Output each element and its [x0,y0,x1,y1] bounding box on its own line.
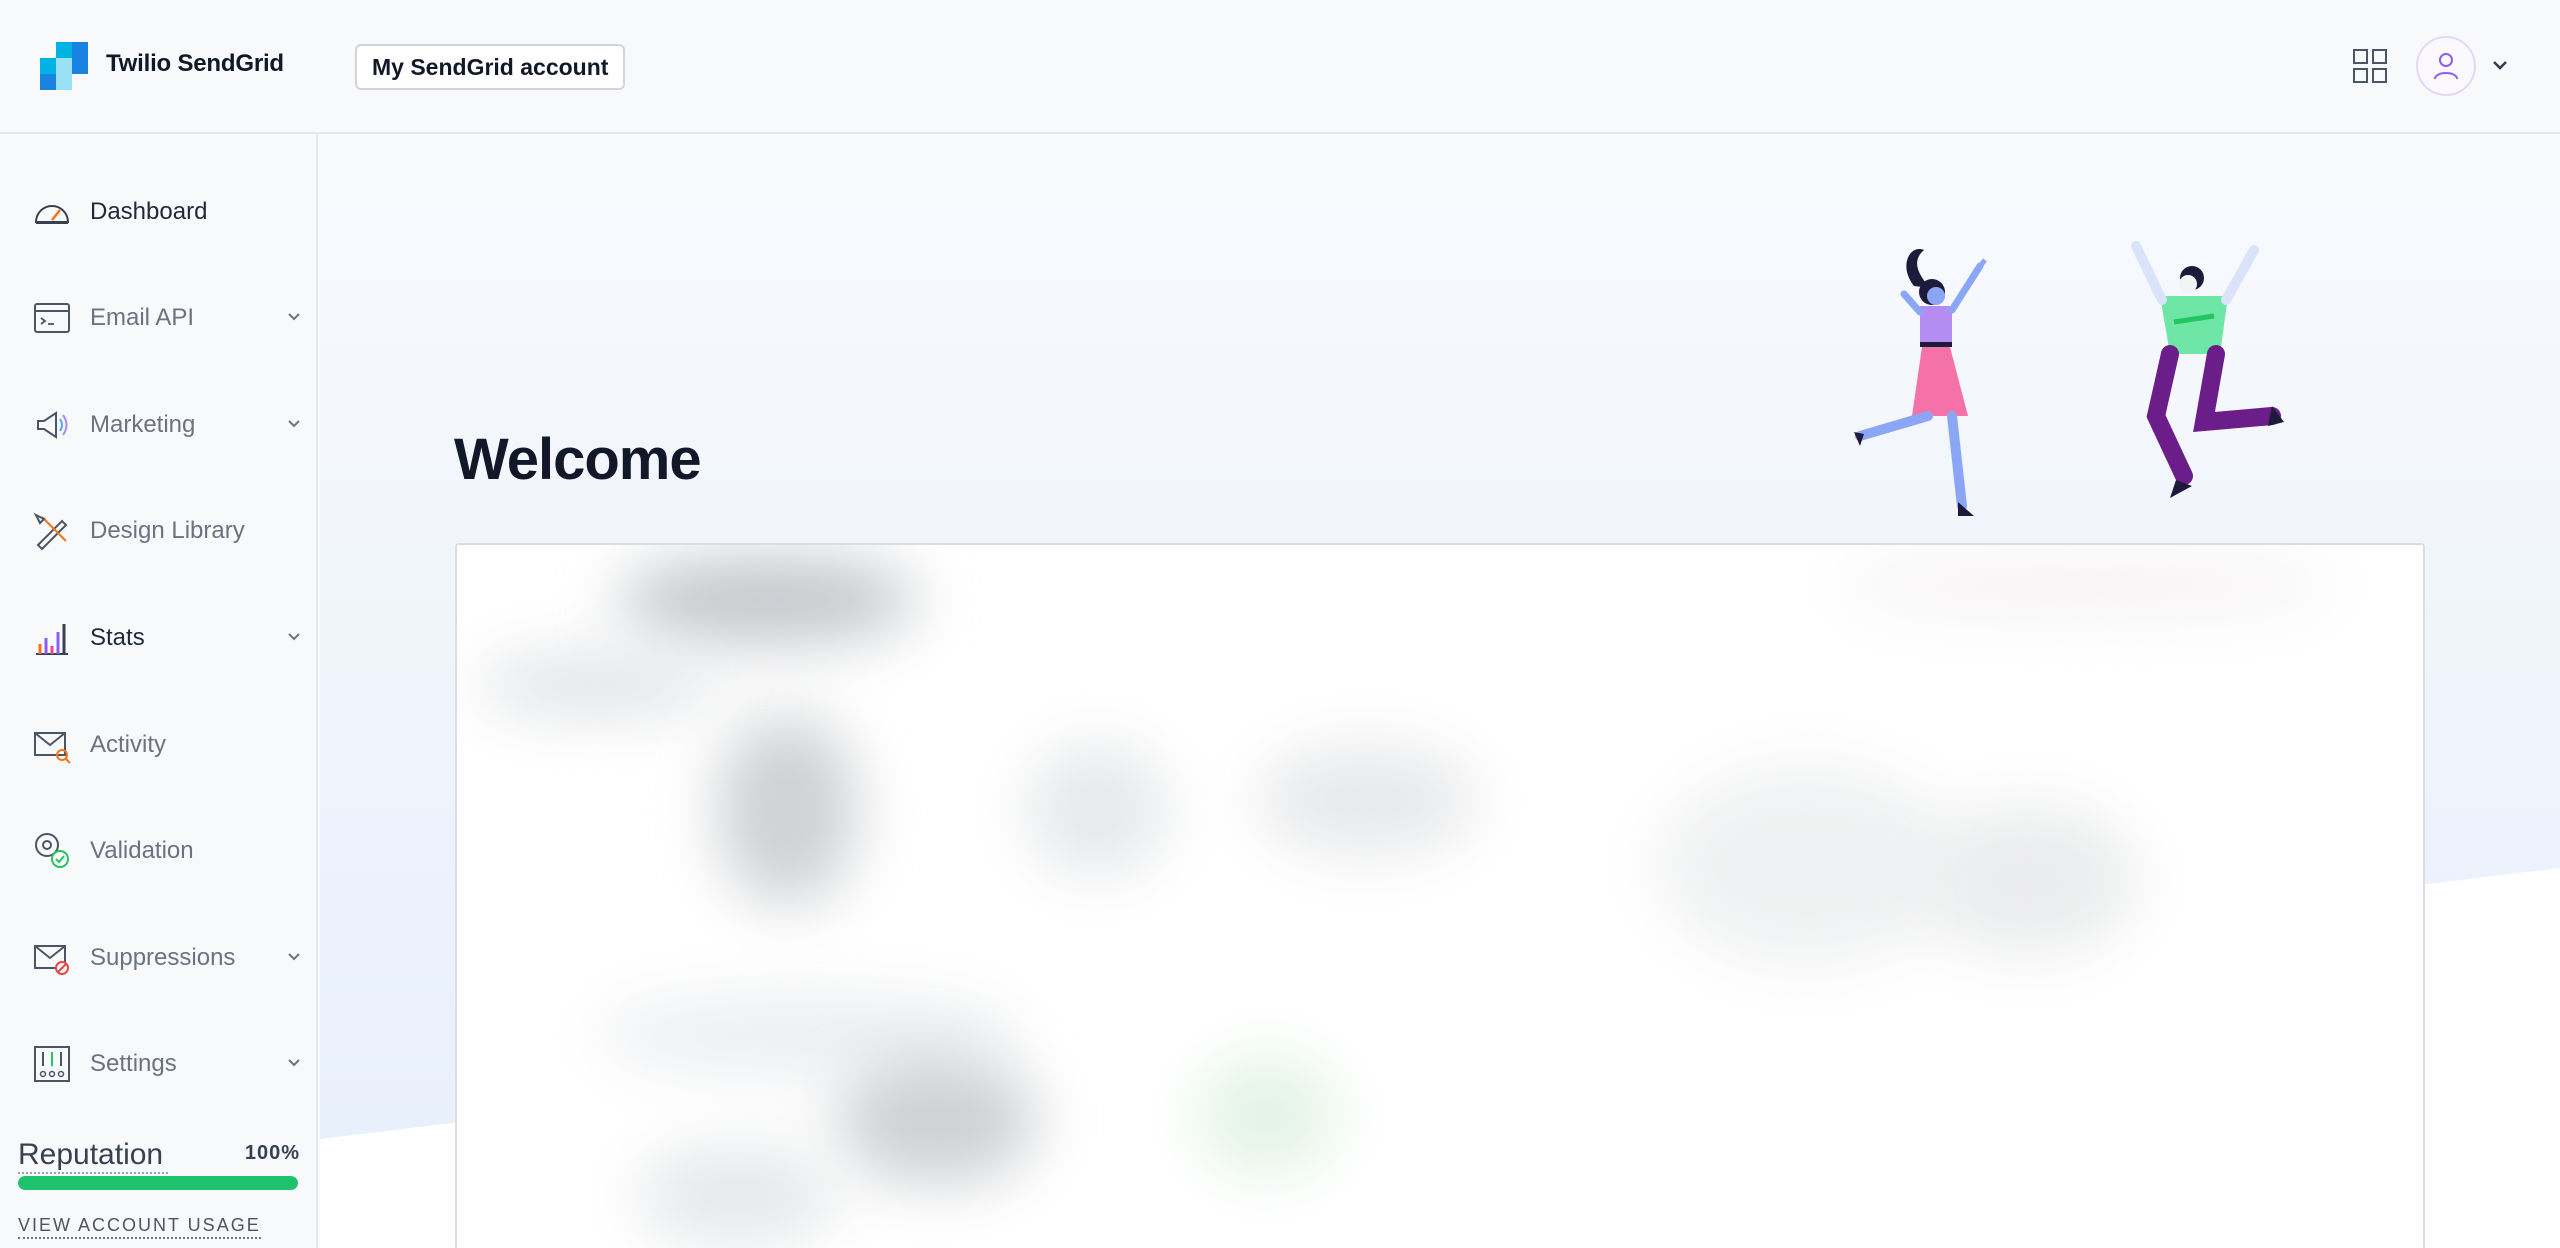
reputation-percent: 100% [244,1142,300,1164]
sidebar-item-suppressions[interactable]: Suppressions [0,918,316,998]
blurred-content [1257,745,1477,855]
dashboard-card [455,543,2425,1248]
blurred-content [837,1055,1037,1185]
chevron-down-icon[interactable] [286,417,302,431]
reputation-progress-bar [18,1176,298,1190]
sidebar-item-email-api[interactable]: Email API [0,278,316,358]
chevron-down-icon[interactable] [286,630,302,644]
user-avatar[interactable] [2416,36,2476,96]
envelope-search-icon [34,732,71,764]
chevron-down-icon[interactable] [286,950,302,964]
sidebar-item-marketing[interactable]: Marketing [0,385,316,465]
megaphone-icon [37,411,68,439]
sidebar-item-label: Stats [90,624,145,651]
chevron-down-icon[interactable] [286,1056,302,1070]
sliders-icon [34,1046,70,1082]
view-account-usage-link[interactable]: VIEW ACCOUNT USAGE [18,1215,261,1239]
sidebar-item-label: Dashboard [90,198,208,225]
at-check-icon [35,833,69,868]
blurred-content [1197,1055,1337,1175]
dashboard-gauge-icon [34,205,70,224]
user-icon [2434,53,2458,80]
design-tools-icon [33,512,68,551]
sidebar-item-label: Activity [90,731,167,758]
page-title: Welcome [454,427,702,492]
sidebar-item-label: Validation [90,837,194,864]
blurred-content [717,715,857,905]
sidebar-item-validation[interactable]: Validation [0,811,316,891]
brand-name[interactable]: Twilio SendGrid [106,50,284,78]
sidebar-item-settings[interactable]: Settings [0,1024,316,1104]
sidebar-item-dashboard[interactable]: Dashboard [0,172,316,252]
my-account-button[interactable]: My SendGrid account [355,44,626,90]
stats-bars-icon [36,624,68,655]
blurred-content [477,655,717,715]
reputation-underline [18,1172,168,1174]
sidebar-item-label: Design Library [90,517,245,544]
blurred-content [1837,555,2337,615]
sidebar-item-label: Email API [90,304,195,331]
sidebar-item-label: Suppressions [90,944,236,971]
email-api-icon [34,303,70,333]
blurred-content [1657,765,1957,965]
chevron-down-icon[interactable] [286,310,302,324]
reputation-progress-fill [18,1176,298,1190]
blurred-content [617,555,917,645]
blurred-content [1027,745,1167,875]
blurred-content [1917,805,2137,955]
celebration-illustration [1854,241,2284,516]
chevron-down-icon[interactable] [2489,54,2511,76]
sidebar-item-stats[interactable]: Stats [0,598,316,678]
blurred-content [637,1145,837,1245]
envelope-block-icon [34,945,69,975]
top-header: Twilio SendGrid My SendGrid account [0,0,2560,134]
sidebar-item-label: Marketing [90,411,196,438]
sidebar-item-activity[interactable]: Activity [0,705,316,785]
grid-icon[interactable] [2352,48,2388,84]
sidebar-item-design-library[interactable]: Design Library [0,491,316,571]
reputation-title: Reputation [18,1138,164,1171]
sidebar-item-label: Settings [90,1050,177,1077]
main-content: Welcome [320,136,2560,1248]
sendgrid-logo[interactable] [40,42,88,90]
